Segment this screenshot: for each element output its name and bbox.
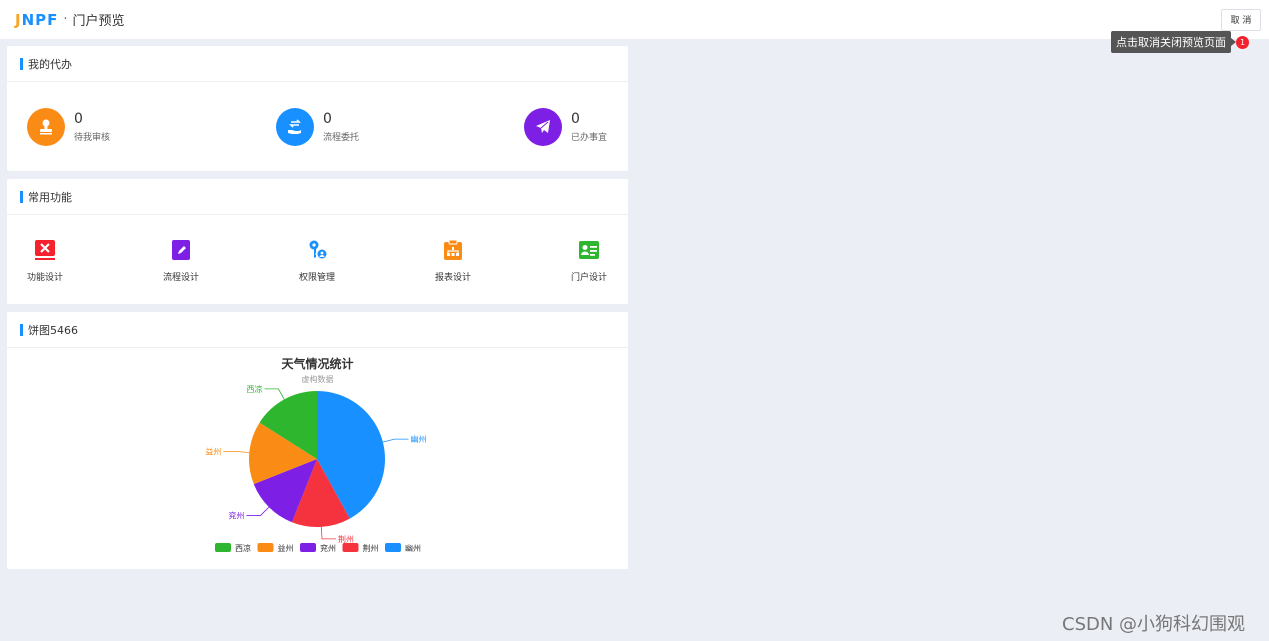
stamp-icon bbox=[27, 108, 65, 146]
logo: JNPF bbox=[15, 11, 58, 29]
legend-label[interactable]: 益州 bbox=[278, 543, 294, 553]
legend-label[interactable]: 西凉 bbox=[235, 543, 251, 553]
pie-label-line bbox=[246, 506, 270, 516]
brand: JNPF · 门户预览 bbox=[15, 10, 125, 30]
pie-label-line bbox=[223, 451, 250, 453]
func-item-report-design[interactable]: 报表设计 bbox=[423, 239, 483, 283]
header-accent-bar bbox=[20, 323, 23, 336]
pie-label: 幽州 bbox=[410, 435, 426, 444]
pie-chart-card: 饼图5466 天气情况统计 虚构数据 幽州 荆州 兖州 益州 西凉 西凉 益州 兖州 荆州 幽州 bbox=[7, 312, 628, 569]
pie-card-title: 饼图5466 bbox=[28, 323, 78, 337]
contact-card-icon bbox=[578, 239, 600, 261]
legend-swatch[interactable] bbox=[300, 543, 316, 552]
legend-swatch[interactable] bbox=[257, 543, 274, 552]
legend-label[interactable]: 兖州 bbox=[320, 543, 336, 553]
transfer-hand-icon bbox=[276, 108, 314, 146]
func-label: 权限管理 bbox=[298, 273, 335, 283]
func-item-permission-management[interactable]: 权限管理 bbox=[287, 239, 347, 283]
todo-card-title: 我的代办 bbox=[28, 57, 72, 71]
common-functions-card: 常用功能 功能设计 流程设计 权限管理 报表设计 门户设计 bbox=[7, 179, 628, 304]
func-card-title: 常用功能 bbox=[28, 190, 72, 204]
cancel-tooltip: 点击取消关闭预览页面 bbox=[1111, 31, 1236, 53]
page-title: 门户预览 bbox=[72, 14, 125, 29]
logo-text: NPF bbox=[21, 10, 59, 29]
logo-letter: J bbox=[15, 10, 22, 29]
legend-swatch[interactable] bbox=[215, 543, 231, 552]
legend-label[interactable]: 荆州 bbox=[363, 543, 379, 553]
header-accent-bar bbox=[20, 190, 23, 203]
legend-label[interactable]: 幽州 bbox=[405, 544, 421, 553]
edit-icon bbox=[170, 239, 192, 261]
pie-card-header: 饼图5466 bbox=[7, 312, 628, 348]
pie-label: 兖州 bbox=[228, 511, 244, 521]
func-label: 功能设计 bbox=[26, 273, 63, 283]
paper-plane-icon bbox=[524, 108, 562, 146]
todo-count: 0 bbox=[74, 111, 83, 127]
func-item-flow-design[interactable]: 流程设计 bbox=[151, 239, 211, 283]
pie-label: 益州 bbox=[205, 446, 221, 456]
func-label: 报表设计 bbox=[434, 273, 471, 283]
func-card-header: 常用功能 bbox=[7, 179, 628, 215]
clipboard-chart-icon bbox=[442, 239, 464, 261]
func-label: 门户设计 bbox=[570, 273, 607, 283]
todo-item-done[interactable]: 0 已办事宜 bbox=[524, 108, 607, 146]
tour-step-badge: 1 bbox=[1236, 36, 1249, 49]
legend-swatch[interactable] bbox=[385, 543, 401, 552]
func-item-portal-design[interactable]: 门户设计 bbox=[559, 239, 619, 283]
pie-label-line bbox=[320, 526, 337, 540]
todo-label: 已办事宜 bbox=[571, 133, 608, 143]
pie-label-line bbox=[264, 388, 285, 400]
pie-label: 西凉 bbox=[246, 384, 262, 394]
func-item-function-design[interactable]: 功能设计 bbox=[15, 239, 75, 283]
header-accent-bar bbox=[20, 57, 23, 70]
todo-item-delegation[interactable]: 0 流程委托 bbox=[276, 108, 359, 146]
todo-card: 我的代办 0 待我审核 0 流程委托 0 已办事宜 bbox=[7, 46, 628, 171]
top-bar: JNPF · 门户预览 取 消 bbox=[0, 0, 1269, 39]
todo-card-header: 我的代办 bbox=[7, 46, 628, 82]
watermark: CSDN @小狗科幻围观 bbox=[1062, 614, 1246, 635]
todo-label: 流程委托 bbox=[323, 133, 360, 143]
todo-count: 0 bbox=[323, 111, 332, 127]
todo-label: 待我审核 bbox=[74, 133, 111, 143]
cancel-button[interactable]: 取 消 bbox=[1221, 8, 1261, 31]
pie-label-line bbox=[382, 438, 409, 443]
key-user-icon bbox=[306, 239, 328, 261]
legend-swatch[interactable] bbox=[342, 543, 359, 552]
title-separator: · bbox=[63, 12, 68, 27]
tools-icon bbox=[34, 239, 56, 261]
todo-item-pending-review[interactable]: 0 待我审核 bbox=[27, 108, 110, 146]
func-label: 流程设计 bbox=[162, 273, 199, 283]
pie-chart: 幽州荆州兖州益州西凉西凉 益州 兖州 荆州 幽州 bbox=[205, 384, 426, 553]
todo-count: 0 bbox=[571, 111, 580, 127]
pie-label: 荆州 bbox=[338, 534, 354, 544]
